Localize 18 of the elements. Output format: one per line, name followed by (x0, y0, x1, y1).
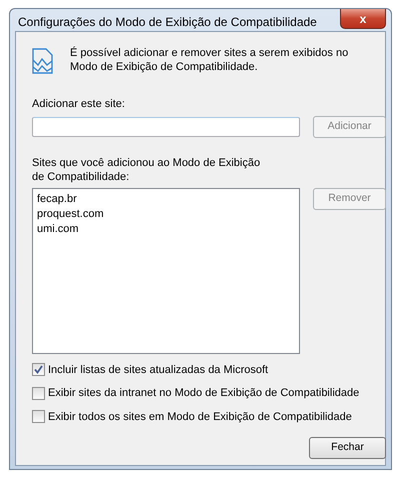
checkbox-label[interactable]: Incluir listas de sites atualizadas da Microsoft (48, 362, 268, 378)
site-list-item[interactable]: proquest.com (37, 206, 104, 222)
close-dialog-button[interactable]: Fechar (309, 437, 386, 459)
checkbox[interactable] (32, 363, 45, 376)
page-icon (32, 48, 54, 74)
checkbox-label[interactable]: Exibir sites da intranet no Modo de Exibição de Compatibilidade (48, 385, 360, 402)
close-button[interactable]: x (340, 9, 386, 29)
checkbox[interactable] (32, 386, 45, 400)
list-label: Sites que você adicionou ao Modo de Exibição de Compatibilidade: (32, 156, 262, 184)
checkbox[interactable] (32, 410, 45, 424)
sites-listbox[interactable]: fecap.br proquest.com umi.com (32, 188, 300, 354)
site-input-field[interactable] (32, 116, 300, 136)
description-text: É possível adicionar e remover sites a serem exibidos no Modo de Exibição de Compatibilidade. (70, 46, 350, 74)
site-list-item[interactable]: fecap.br (37, 192, 77, 206)
field-label: Adicionar este site: (32, 97, 126, 112)
site-list-item[interactable]: umi.com (37, 222, 79, 236)
window-title: Configurações do Modo de Exibição de Compatibilidade (17, 14, 317, 31)
checkbox-label[interactable]: Exibir todos os sites em Modo de Exibição de Compatibilidade (48, 408, 352, 425)
